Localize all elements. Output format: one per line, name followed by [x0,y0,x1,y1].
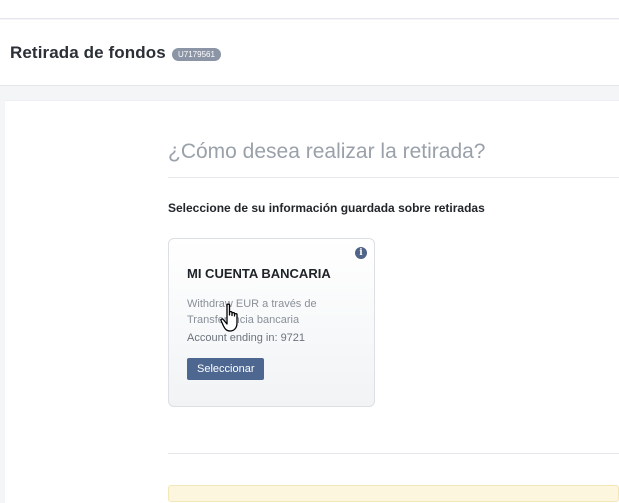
notice-box [168,485,619,502]
card-description: Withdraw EUR a través de Transferencia b… [187,298,317,326]
account-ending: Account ending in: 9721 [187,332,306,344]
top-bar [0,0,619,19]
divider [168,453,619,454]
divider [168,177,619,178]
select-button[interactable]: Seleccionar [187,358,265,380]
hand-cursor-icon [220,303,238,332]
saved-info-subtitle: Seleccione de su información guardada so… [168,201,485,215]
page-title: Retirada de fondos [10,43,166,62]
withdrawal-question: ¿Cómo desea realizar la retirada? [168,140,486,163]
account-badge: U7179561 [172,48,221,61]
card-title: MI CUENTA BANCARIA [187,266,331,281]
info-icon[interactable]: i [355,247,367,259]
page-header: Retirada de fondos U7179561 [0,20,619,86]
bank-account-card[interactable]: i MI CUENTA BANCARIA Withdraw EUR a trav… [168,238,375,407]
